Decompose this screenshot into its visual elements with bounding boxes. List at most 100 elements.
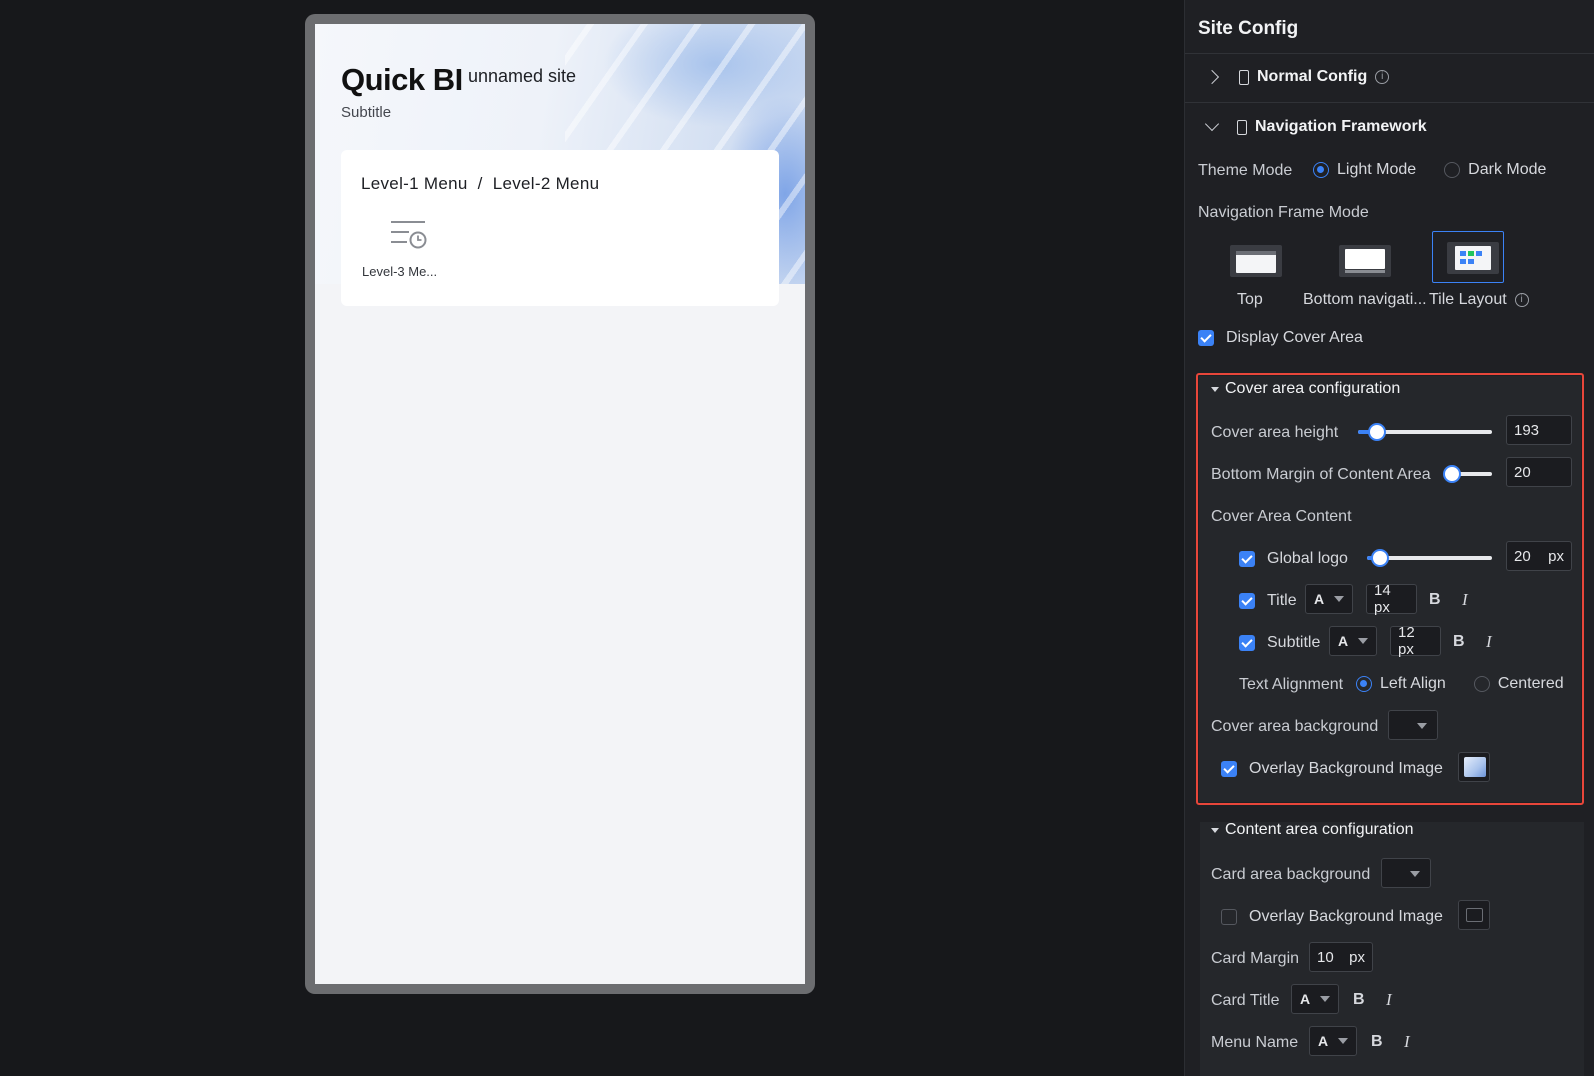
radio-dark-mode-label[interactable]: Dark Mode bbox=[1468, 161, 1546, 179]
global-logo-checkbox[interactable] bbox=[1239, 551, 1255, 567]
card-title-font-select[interactable]: A bbox=[1291, 984, 1339, 1014]
text-alignment-radio-group: Left Align Centered bbox=[1356, 675, 1564, 693]
top-layout-thumbnail bbox=[1230, 245, 1282, 277]
info-icon[interactable]: i bbox=[1375, 70, 1390, 84]
subtitle-size-input[interactable]: 12 px bbox=[1390, 624, 1441, 658]
radio-dark-mode[interactable] bbox=[1444, 162, 1461, 178]
unit-label: px bbox=[1349, 948, 1365, 966]
content-config-heading: Content area configuration bbox=[1225, 821, 1414, 838]
dropdown-arrow-icon bbox=[1358, 638, 1368, 644]
content-overlay-label[interactable]: Overlay Background Image bbox=[1249, 908, 1443, 926]
cover-height-slider[interactable] bbox=[1358, 423, 1492, 441]
title-font-select[interactable]: A bbox=[1305, 584, 1353, 614]
card-title-italic-button[interactable]: I bbox=[1386, 990, 1392, 1010]
display-cover-area-label[interactable]: Display Cover Area bbox=[1226, 329, 1363, 347]
font-color-letter: A bbox=[1300, 991, 1311, 1007]
radio-left-align[interactable] bbox=[1356, 676, 1372, 692]
normal-config-label: Normal Config bbox=[1257, 68, 1368, 85]
menu-name-italic-button[interactable]: I bbox=[1404, 1032, 1410, 1052]
subtitle-italic-button[interactable]: I bbox=[1486, 632, 1492, 652]
title-label[interactable]: Title bbox=[1267, 592, 1297, 610]
info-icon[interactable]: i bbox=[1514, 293, 1529, 307]
menu-name-label: Menu Name bbox=[1211, 1034, 1299, 1051]
nav-frame-mode-label: Navigation Frame Mode bbox=[1198, 204, 1369, 221]
theme-mode-radio-group: Light Mode Dark Mode bbox=[1313, 161, 1546, 179]
global-logo: Quick BI bbox=[341, 62, 463, 97]
radio-left-align-label[interactable]: Left Align bbox=[1380, 675, 1446, 693]
content-overlay-image-picker[interactable] bbox=[1458, 900, 1490, 930]
cover-overlay-row: Overlay Background Image bbox=[1221, 760, 1443, 778]
cover-config-heading: Cover area configuration bbox=[1225, 380, 1401, 397]
global-logo-slider[interactable] bbox=[1367, 549, 1492, 567]
frame-option-top[interactable] bbox=[1216, 236, 1288, 288]
bottom-margin-value: 20 bbox=[1514, 463, 1531, 481]
cover-overlay-image-picker[interactable] bbox=[1458, 752, 1490, 782]
frame-option-tile-layout[interactable] bbox=[1432, 231, 1504, 283]
dropdown-arrow-icon bbox=[1338, 1038, 1348, 1044]
card-bg-color-select[interactable] bbox=[1381, 858, 1431, 888]
title-size-input[interactable]: 14 px bbox=[1366, 582, 1417, 616]
dropdown-arrow-icon bbox=[1320, 996, 1330, 1002]
radio-centered-label[interactable]: Centered bbox=[1498, 675, 1564, 693]
slider-handle[interactable] bbox=[1371, 549, 1389, 567]
menu-name-font-select[interactable]: A bbox=[1309, 1026, 1357, 1056]
title-checkbox[interactable] bbox=[1239, 593, 1255, 609]
text-alignment-label: Text Alignment bbox=[1239, 676, 1344, 693]
radio-light-mode-label[interactable]: Light Mode bbox=[1337, 161, 1416, 179]
display-cover-area-row: Display Cover Area bbox=[1198, 329, 1363, 347]
card-title-bold-button[interactable]: B bbox=[1353, 991, 1365, 1009]
slider-handle[interactable] bbox=[1443, 465, 1461, 483]
content-overlay-checkbox[interactable] bbox=[1221, 909, 1237, 925]
frame-option-tile-label[interactable]: Tile Layout bbox=[1429, 291, 1507, 309]
frame-option-bottom-navigation[interactable] bbox=[1325, 236, 1397, 288]
cover-config-header[interactable]: Cover area configuration bbox=[1211, 380, 1400, 398]
chevron-right-icon bbox=[1204, 69, 1220, 85]
cover-height-input[interactable]: 193 bbox=[1506, 415, 1572, 445]
dropdown-arrow-icon bbox=[1417, 723, 1427, 729]
menu-breadcrumb: Level-1 Menu / Level-2 Menu bbox=[361, 174, 600, 193]
display-cover-area-checkbox[interactable] bbox=[1198, 330, 1214, 346]
subtitle-font-select[interactable]: A bbox=[1329, 626, 1377, 656]
menu-list-clock-icon[interactable] bbox=[389, 218, 429, 250]
title-bold-button[interactable]: B bbox=[1429, 591, 1441, 609]
global-logo-size-value: 20 bbox=[1514, 547, 1531, 565]
cover-overlay-label[interactable]: Overlay Background Image bbox=[1249, 760, 1443, 778]
bottom-layout-thumbnail bbox=[1339, 245, 1391, 277]
global-logo-size-input[interactable]: 20 px bbox=[1506, 541, 1572, 571]
phone-preview-frame: Quick BI unnamed site Subtitle Level-1 M… bbox=[305, 14, 815, 994]
phone-screen: Quick BI unnamed site Subtitle Level-1 M… bbox=[315, 24, 805, 984]
global-logo-row: Global logo bbox=[1239, 550, 1348, 568]
panel-title: Site Config bbox=[1198, 18, 1299, 39]
card-margin-value: 10 bbox=[1317, 948, 1334, 966]
card-margin-input[interactable]: 10 px bbox=[1309, 942, 1373, 972]
divider bbox=[1185, 102, 1594, 103]
menu-card: Level-1 Menu / Level-2 Menu Level-3 Me..… bbox=[341, 150, 779, 306]
cover-overlay-checkbox[interactable] bbox=[1221, 761, 1237, 777]
cover-background-color-select[interactable] bbox=[1388, 710, 1438, 740]
slider-handle[interactable] bbox=[1368, 423, 1386, 441]
dropdown-arrow-icon bbox=[1334, 596, 1344, 602]
bottom-margin-slider[interactable] bbox=[1443, 465, 1492, 483]
title-italic-button[interactable]: I bbox=[1462, 590, 1468, 610]
content-config-header[interactable]: Content area configuration bbox=[1211, 821, 1414, 839]
theme-mode-label: Theme Mode bbox=[1198, 162, 1293, 179]
divider bbox=[1185, 53, 1594, 54]
subtitle-label[interactable]: Subtitle bbox=[1267, 634, 1320, 652]
bottom-margin-input[interactable]: 20 bbox=[1506, 457, 1572, 487]
font-color-letter: A bbox=[1338, 633, 1349, 649]
global-logo-label[interactable]: Global logo bbox=[1267, 550, 1348, 568]
radio-light-mode[interactable] bbox=[1313, 162, 1329, 178]
subtitle-bold-button[interactable]: B bbox=[1453, 633, 1465, 651]
frame-option-tile-label-row[interactable]: Tile Layout i bbox=[1429, 291, 1529, 309]
normal-config-header[interactable]: Normal Config i bbox=[1204, 68, 1390, 86]
subtitle-checkbox[interactable] bbox=[1239, 635, 1255, 651]
frame-option-bottom-label[interactable]: Bottom navigati... bbox=[1303, 291, 1427, 309]
menu-item-level3[interactable]: Level-3 Me... bbox=[362, 264, 437, 279]
radio-centered[interactable] bbox=[1473, 676, 1490, 692]
frame-option-top-label[interactable]: Top bbox=[1237, 291, 1263, 309]
tile-layout-thumbnail bbox=[1447, 242, 1499, 274]
mobile-icon bbox=[1239, 69, 1249, 85]
menu-name-bold-button[interactable]: B bbox=[1371, 1033, 1383, 1051]
title-row: Title bbox=[1239, 592, 1297, 610]
navigation-framework-header[interactable]: Navigation Framework bbox=[1204, 116, 1427, 136]
